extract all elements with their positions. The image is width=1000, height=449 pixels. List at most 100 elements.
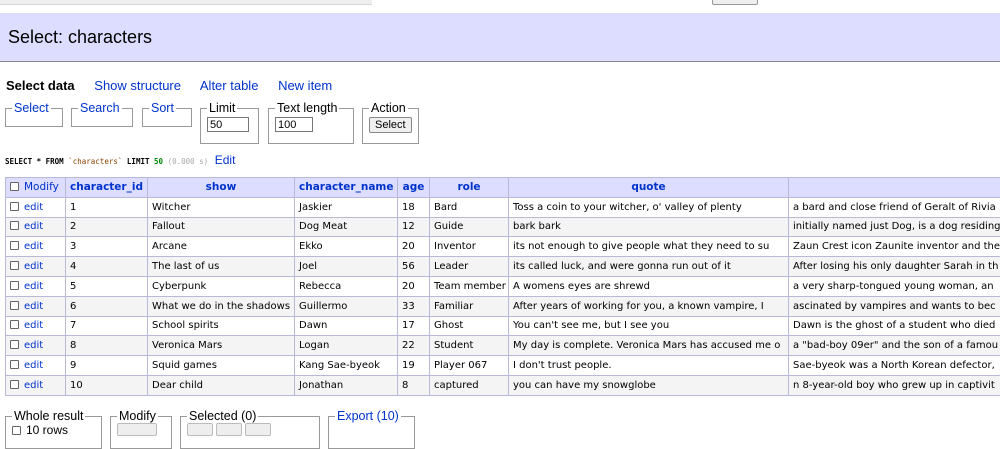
table-cell: initially named just Dog, is a dog resid… xyxy=(789,217,1000,237)
table-cell: Toss a coin to your witcher, o' valley o… xyxy=(509,197,789,217)
table-cell: 20 xyxy=(398,276,430,296)
table-cell: 10 xyxy=(66,375,148,395)
table-cell: 20 xyxy=(398,237,430,257)
edit-selected-button[interactable] xyxy=(187,423,213,436)
table-cell: Squid games xyxy=(148,356,295,376)
action-fieldset: Action Select xyxy=(362,101,419,144)
table-cell: You can't see me, but I see you xyxy=(509,316,789,336)
row-checkbox[interactable] xyxy=(10,261,19,270)
column-header[interactable]: quote xyxy=(509,178,789,198)
table-cell: School spirits xyxy=(148,316,295,336)
sql-table: `characters` xyxy=(68,157,122,166)
text-length-label: Text length xyxy=(275,101,339,115)
sql-edit-link[interactable]: Edit xyxy=(215,153,236,167)
table-row: edit3ArcaneEkko20Inventorits not enough … xyxy=(6,237,1000,257)
table-cell: Familiar xyxy=(430,296,509,316)
row-checkbox[interactable] xyxy=(10,202,19,211)
clone-selected-button[interactable] xyxy=(216,423,242,436)
row-edit-link[interactable]: edit xyxy=(24,360,43,371)
table-row: edit8Veronica MarsLogan22StudentMy day i… xyxy=(6,336,1000,356)
table-cell: Ekko xyxy=(295,237,398,257)
table-cell: 19 xyxy=(398,356,430,376)
selected-label: Selected (0) xyxy=(187,409,258,423)
table-cell: Witcher xyxy=(148,197,295,217)
column-header[interactable]: character_id xyxy=(66,178,148,198)
table-cell: Dear child xyxy=(148,375,295,395)
row-edit-link[interactable]: edit xyxy=(24,202,43,213)
table-cell: 6 xyxy=(66,296,148,316)
search-toggle[interactable]: Search xyxy=(80,101,120,115)
top-strip xyxy=(0,0,1000,12)
column-header[interactable] xyxy=(789,178,1000,198)
select-all-checkbox[interactable] xyxy=(10,182,19,191)
modify-fieldset-label: Modify xyxy=(117,409,158,423)
row-checkbox[interactable] xyxy=(10,281,19,290)
table-cell: Dawn is the ghost of a student who died xyxy=(789,316,1000,336)
row-select-cell: edit xyxy=(6,237,66,257)
select-button[interactable]: Select xyxy=(369,117,412,133)
column-header[interactable]: age xyxy=(398,178,430,198)
table-row: edit1WitcherJaskier18BardToss a coin to … xyxy=(6,197,1000,217)
row-checkbox[interactable] xyxy=(10,360,19,369)
table-cell: captured xyxy=(430,375,509,395)
alter-table-link[interactable]: Alter table xyxy=(200,78,259,93)
sort-fieldset: Sort xyxy=(142,101,192,127)
column-header[interactable]: role xyxy=(430,178,509,198)
table-row: edit7School spiritsDawn17GhostYou can't … xyxy=(6,316,1000,336)
row-checkbox[interactable] xyxy=(10,221,19,230)
row-edit-link[interactable]: edit xyxy=(24,340,43,351)
top-button[interactable] xyxy=(712,0,758,5)
export-fieldset: Export (10) xyxy=(328,409,415,449)
column-header[interactable]: show xyxy=(148,178,295,198)
table-cell: Ghost xyxy=(430,316,509,336)
row-select-cell: edit xyxy=(6,217,66,237)
row-edit-link[interactable]: edit xyxy=(24,380,43,391)
table-cell: n 8-year-old boy who grew up in captivit xyxy=(789,375,1000,395)
selected-fieldset: Selected (0) xyxy=(180,409,320,449)
table-cell: a bard and close friend of Geralt of Riv… xyxy=(789,197,1000,217)
table-row: edit6What we do in the shadowsGuillermo3… xyxy=(6,296,1000,316)
table-row: edit2FalloutDog Meat12Guidebark barkinit… xyxy=(6,217,1000,237)
delete-selected-button[interactable] xyxy=(245,423,271,436)
table-cell: 22 xyxy=(398,336,430,356)
sql-query: SELECT * FROM `characters` LIMIT 50 (0.0… xyxy=(5,153,235,167)
limit-input[interactable] xyxy=(207,117,249,132)
row-edit-link[interactable]: edit xyxy=(24,261,43,272)
table-cell: Player 067 xyxy=(430,356,509,376)
column-header[interactable]: character_name xyxy=(295,178,398,198)
table-cell: Inventor xyxy=(430,237,509,257)
table-cell: ascinated by vampires and wants to bec xyxy=(789,296,1000,316)
action-links: Select data Show structure Alter table N… xyxy=(6,78,348,93)
table-cell: Dawn xyxy=(295,316,398,336)
row-edit-link[interactable]: edit xyxy=(24,241,43,252)
table-cell: I don't trust people. xyxy=(509,356,789,376)
row-edit-link[interactable]: edit xyxy=(24,301,43,312)
table-row: edit9Squid gamesKang Sae-byeok19Player 0… xyxy=(6,356,1000,376)
export-link[interactable]: Export (10) xyxy=(337,409,399,423)
table-cell: After losing his only daughter Sarah in … xyxy=(789,257,1000,277)
row-edit-link[interactable]: edit xyxy=(24,320,43,331)
row-select-cell: edit xyxy=(6,197,66,217)
table-cell: 5 xyxy=(66,276,148,296)
whole-result-checkbox[interactable] xyxy=(12,426,21,435)
select-toggle[interactable]: Select xyxy=(14,101,49,115)
row-edit-link[interactable]: edit xyxy=(24,281,43,292)
save-button[interactable] xyxy=(117,423,157,436)
whole-result-fieldset: Whole result 10 rows xyxy=(5,409,102,449)
row-checkbox[interactable] xyxy=(10,320,19,329)
sort-toggle[interactable]: Sort xyxy=(151,101,174,115)
sql-prefix: SELECT * FROM xyxy=(5,157,64,166)
table-cell: 7 xyxy=(66,316,148,336)
table-cell: Arcane xyxy=(148,237,295,257)
row-checkbox[interactable] xyxy=(10,241,19,250)
new-item-link[interactable]: New item xyxy=(278,78,332,93)
modify-header[interactable]: Modify xyxy=(6,178,66,198)
row-checkbox[interactable] xyxy=(10,301,19,310)
row-checkbox[interactable] xyxy=(10,380,19,389)
row-edit-link[interactable]: edit xyxy=(24,221,43,232)
row-checkbox[interactable] xyxy=(10,340,19,349)
modify-label[interactable]: Modify xyxy=(24,181,59,193)
table-cell: 1 xyxy=(66,197,148,217)
show-structure-link[interactable]: Show structure xyxy=(94,78,181,93)
text-length-input[interactable] xyxy=(275,117,313,132)
